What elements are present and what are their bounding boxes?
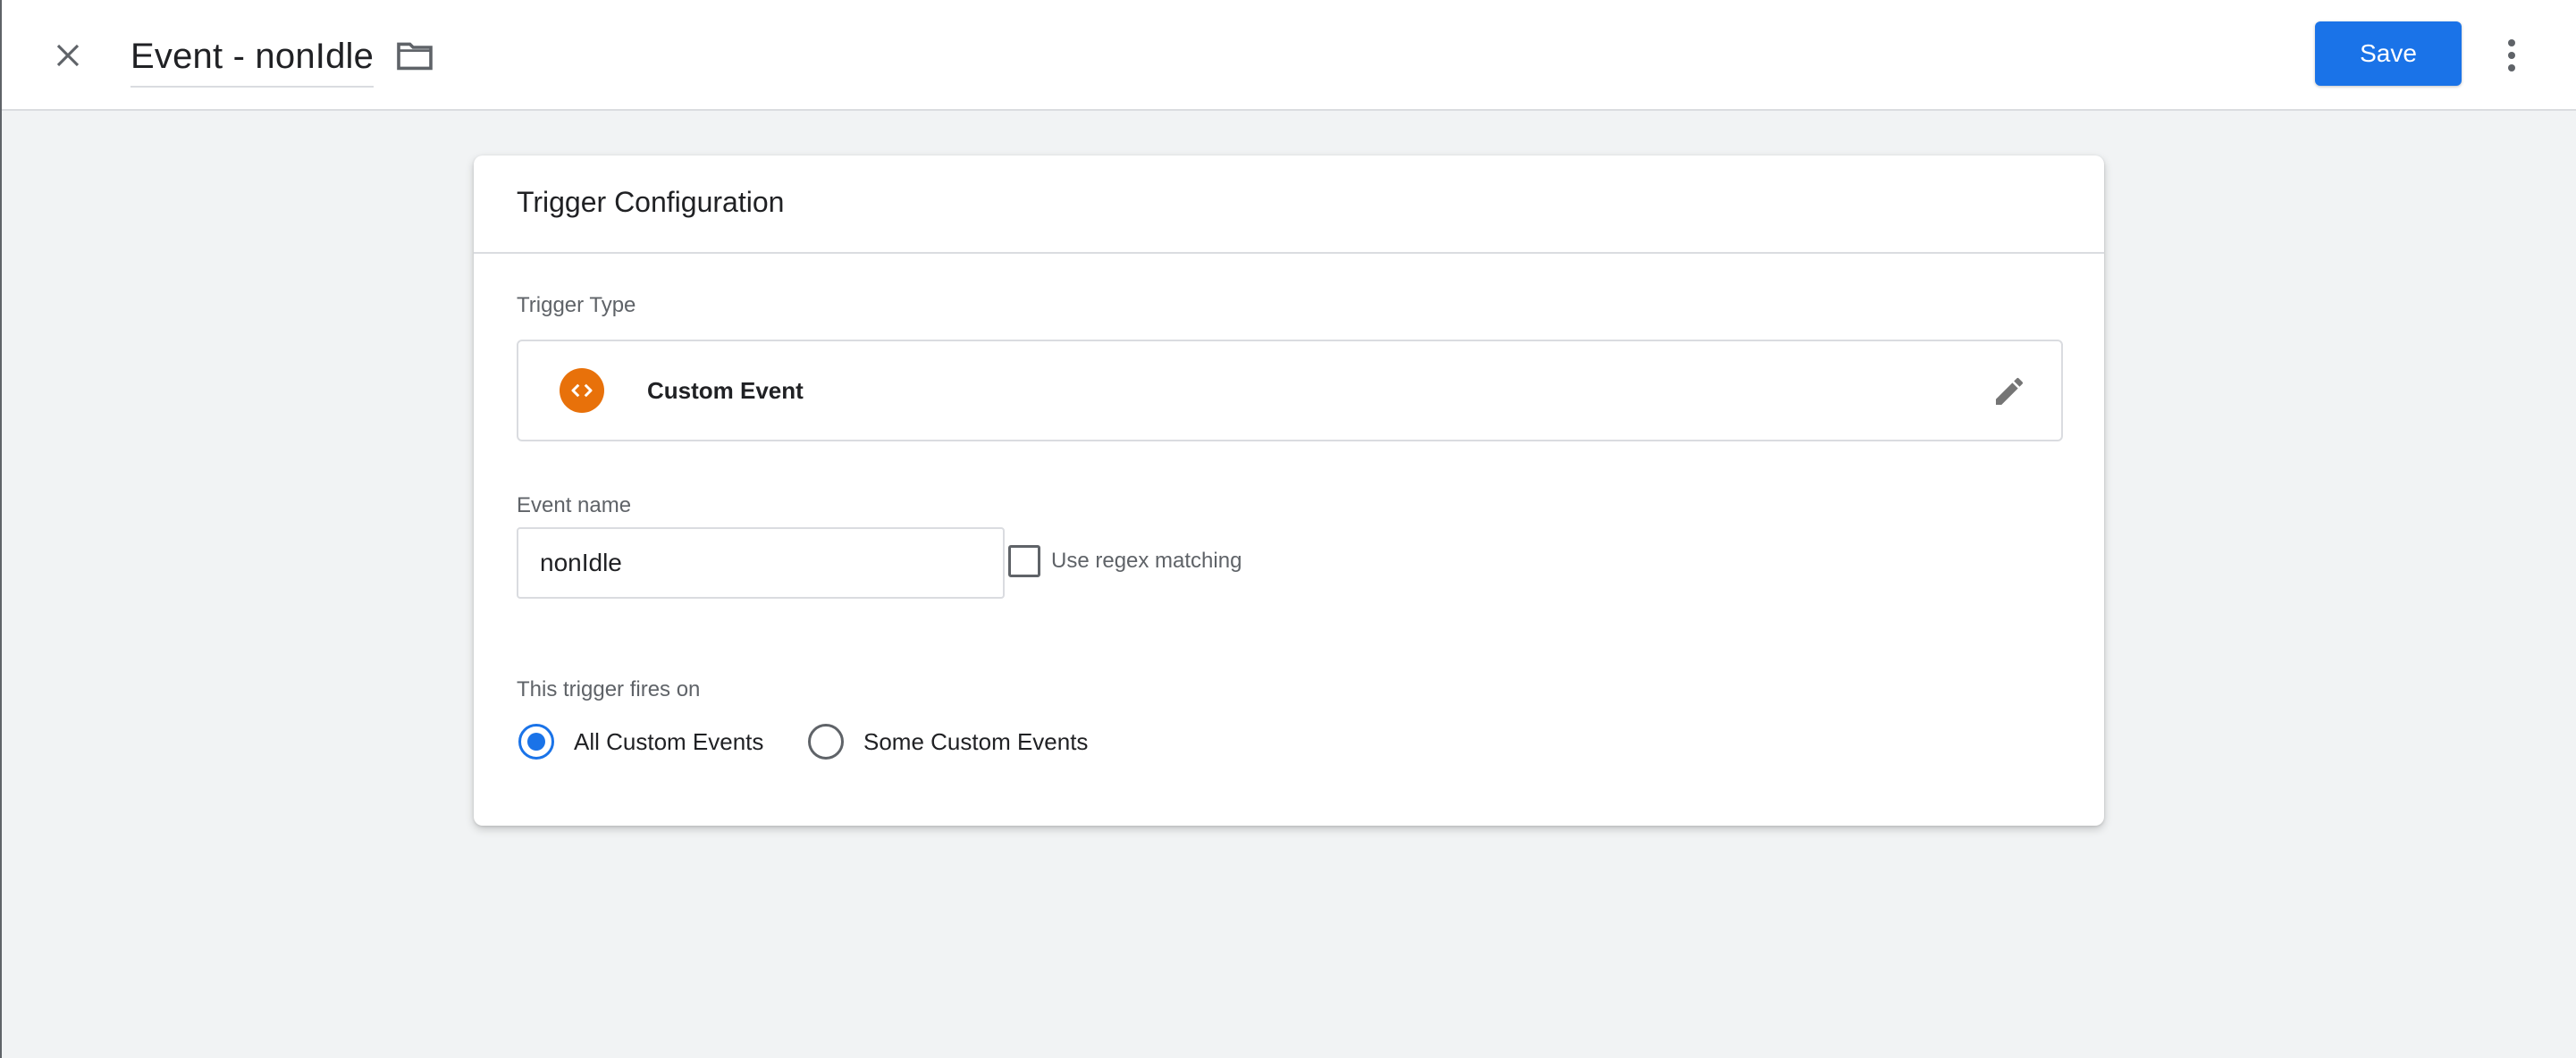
event-name-input[interactable]: [517, 527, 1005, 599]
radio-label: Some Custom Events: [863, 727, 1089, 755]
trigger-name-field[interactable]: Event - nonIdle: [130, 27, 375, 88]
card-header: Trigger Configuration: [474, 155, 2104, 254]
top-bar: Event - nonIdle Save: [2, 0, 2576, 111]
radio-some-custom-events[interactable]: Some Custom Events: [808, 724, 1088, 760]
fires-on-label: This trigger fires on: [517, 677, 701, 701]
window-edge: [0, 0, 2, 1058]
more-vert-icon: [2508, 39, 2515, 71]
radio-label: All Custom Events: [574, 727, 764, 755]
trigger-type-selector[interactable]: Custom Event: [517, 340, 2063, 441]
close-button[interactable]: [45, 32, 91, 79]
radio-button[interactable]: [808, 724, 844, 760]
regex-checkbox[interactable]: [1008, 545, 1040, 577]
trigger-type-name: Custom Event: [647, 377, 804, 404]
trigger-type-label: Trigger Type: [517, 293, 636, 317]
folder-button[interactable]: [391, 34, 438, 77]
regex-label: Use regex matching: [1051, 549, 1242, 573]
more-options-button[interactable]: [2494, 30, 2530, 80]
radio-dot: [527, 733, 545, 751]
radio-all-custom-events[interactable]: All Custom Events: [518, 724, 763, 760]
close-icon: [56, 44, 80, 67]
pencil-icon[interactable]: [1990, 372, 2029, 411]
save-button[interactable]: Save: [2315, 21, 2462, 86]
code-icon: [560, 368, 604, 413]
regex-matching-option[interactable]: Use regex matching: [1008, 545, 1242, 577]
folder-icon: [397, 42, 433, 71]
page-title: Event - nonIdle: [130, 36, 375, 76]
radio-button-selected[interactable]: [518, 724, 554, 760]
card-title: Trigger Configuration: [517, 186, 785, 218]
trigger-configuration-card: Trigger Configuration Trigger Type Custo…: [474, 155, 2104, 826]
event-name-label: Event name: [517, 493, 632, 517]
